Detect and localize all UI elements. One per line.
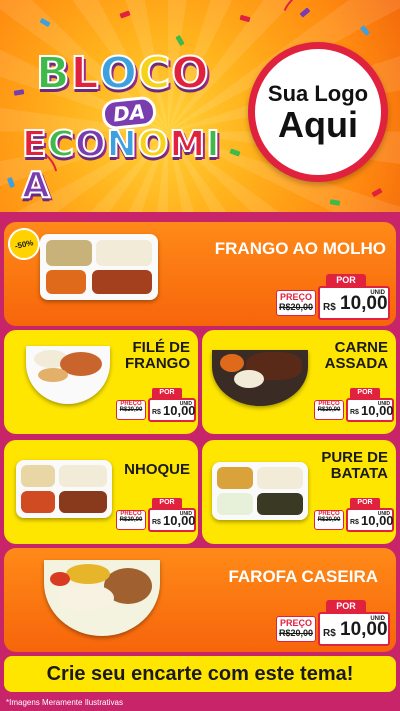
new-price-box: R$ 10,00 UNID <box>318 286 390 320</box>
bloco-da-economia-logo: BLOCO DA ECONOMIA <box>21 47 232 207</box>
food-meat <box>59 491 107 513</box>
old-price-value: R$20,00 <box>317 517 341 523</box>
new-price-box: R$ 10,00 UNID <box>346 508 394 532</box>
old-price-box: PREÇO R$20,00 <box>116 510 146 530</box>
price-por-label: POR <box>326 274 366 286</box>
product-card-file-de-frango[interactable]: FILÉ DE FRANGO POR PREÇO R$20,00 R$ 10,0… <box>4 330 198 434</box>
food-carrot <box>220 354 244 372</box>
price-por-label: POR <box>350 388 380 398</box>
food-corn <box>66 564 110 584</box>
food-rice <box>59 465 107 487</box>
price-unit: UNID <box>370 290 385 296</box>
price-currency: R$ <box>323 302 336 313</box>
old-price-value: R$20,00 <box>317 407 341 413</box>
food-rice <box>96 240 152 266</box>
product-image-bowl <box>212 350 308 406</box>
old-price-value: R$20,00 <box>119 517 143 523</box>
price-tag: POR PREÇO R$20,00 R$ 10,00 UNID <box>314 388 394 424</box>
old-price-box: PREÇO R$20,00 <box>116 400 146 420</box>
price-currency: R$ <box>350 409 359 416</box>
product-image-tray <box>40 234 158 300</box>
price-tag: POR PREÇO R$20,00 R$ 10,00 UNID <box>116 388 196 424</box>
old-price-box: PREÇO R$20,00 <box>276 290 316 316</box>
price-unit: UNID <box>370 616 385 622</box>
product-name: CARNE ASSADA <box>324 339 388 372</box>
product-image-bowl <box>44 560 160 636</box>
price-value: 10,00 <box>340 619 388 640</box>
price-unit: UNID <box>179 511 192 517</box>
disclaimer-text: *Imagens Meramente Ilustrativas <box>6 698 123 707</box>
food-salad <box>38 368 68 382</box>
food-rice <box>257 467 303 489</box>
logo-word-economia: ECONOMIA <box>21 123 221 207</box>
price-value: 10,00 <box>340 293 388 314</box>
price-por-label: POR <box>350 498 380 508</box>
product-name: FRANGO AO MOLHO <box>214 239 386 258</box>
old-price-label: PREÇO <box>279 292 312 302</box>
old-price-label: PREÇO <box>279 618 312 628</box>
product-name: FAROFA CASEIRA <box>228 567 378 586</box>
food-rice <box>234 370 264 388</box>
food-carrot <box>46 270 86 294</box>
old-price-value: R$20,00 <box>278 628 314 638</box>
old-price-value: R$20,00 <box>119 407 143 413</box>
product-name: NHOQUE <box>124 461 190 478</box>
product-name: PURE DE BATATA <box>321 449 388 482</box>
food-chicken <box>92 270 152 294</box>
new-price-box: R$ 10,00 UNID <box>148 508 196 532</box>
food-vegetables <box>217 467 253 489</box>
new-price-box: R$ 10,00 UNID <box>148 398 196 422</box>
price-tag: POR PREÇO R$20,00 R$ 10,00 UNID <box>274 600 390 646</box>
product-image-tray <box>16 460 112 518</box>
header-banner: BLOCO DA ECONOMIA Sua Logo Aqui <box>0 0 400 212</box>
logo-placeholder-line2: Aqui <box>278 104 358 145</box>
logo-word-bloco: BLOCO <box>35 47 210 100</box>
food-salad <box>217 493 253 515</box>
new-price-box: R$ 10,00 UNID <box>346 398 394 422</box>
old-price-box: PREÇO R$20,00 <box>314 400 344 420</box>
price-unit: UNID <box>179 401 192 407</box>
product-card-frango-ao-molho[interactable]: FRANGO AO MOLHO POR PREÇO R$20,00 R$ 10,… <box>4 222 396 326</box>
price-currency: R$ <box>350 519 359 526</box>
price-por-label: POR <box>152 498 182 508</box>
food-rice <box>58 584 114 612</box>
product-card-farofa-caseira[interactable]: FAROFA CASEIRA POR PREÇO R$20,00 R$ 10,0… <box>4 548 396 652</box>
price-tag: POR PREÇO R$20,00 R$ 10,00 UNID <box>314 498 394 534</box>
product-image-tray <box>212 462 308 520</box>
price-tag: POR PREÇO R$20,00 R$ 10,00 UNID <box>274 274 390 320</box>
price-currency: R$ <box>152 409 161 416</box>
food-potato <box>21 465 55 487</box>
logo-placeholder[interactable]: Sua Logo Aqui <box>248 42 388 182</box>
price-currency: R$ <box>152 519 161 526</box>
price-currency: R$ <box>323 628 336 639</box>
food-tomato <box>50 572 70 586</box>
food-beans <box>257 493 303 515</box>
price-por-label: POR <box>152 388 182 398</box>
price-tag: POR PREÇO R$20,00 R$ 10,00 UNID <box>116 498 196 534</box>
food-sauce <box>21 491 55 513</box>
product-image-bowl <box>26 346 110 404</box>
product-name: FILÉ DE FRANGO <box>125 339 190 372</box>
old-price-value: R$20,00 <box>278 302 314 312</box>
product-card-nhoque[interactable]: NHOQUE POR PREÇO R$20,00 R$ 10,00 UNID <box>4 440 198 544</box>
price-unit: UNID <box>377 511 390 517</box>
price-por-label: POR <box>326 600 366 612</box>
old-price-box: PREÇO R$20,00 <box>276 616 316 642</box>
product-card-carne-assada[interactable]: CARNE ASSADA POR PREÇO R$20,00 R$ 10,00 … <box>202 330 396 434</box>
product-card-pure-de-batata[interactable]: PURE DE BATATA POR PREÇO R$20,00 R$ 10,0… <box>202 440 396 544</box>
cta-banner[interactable]: Crie seu encarte com este tema! <box>4 656 396 692</box>
new-price-box: R$ 10,00 UNID <box>318 612 390 646</box>
food-salad <box>46 240 92 266</box>
price-unit: UNID <box>377 401 390 407</box>
old-price-box: PREÇO R$20,00 <box>314 510 344 530</box>
